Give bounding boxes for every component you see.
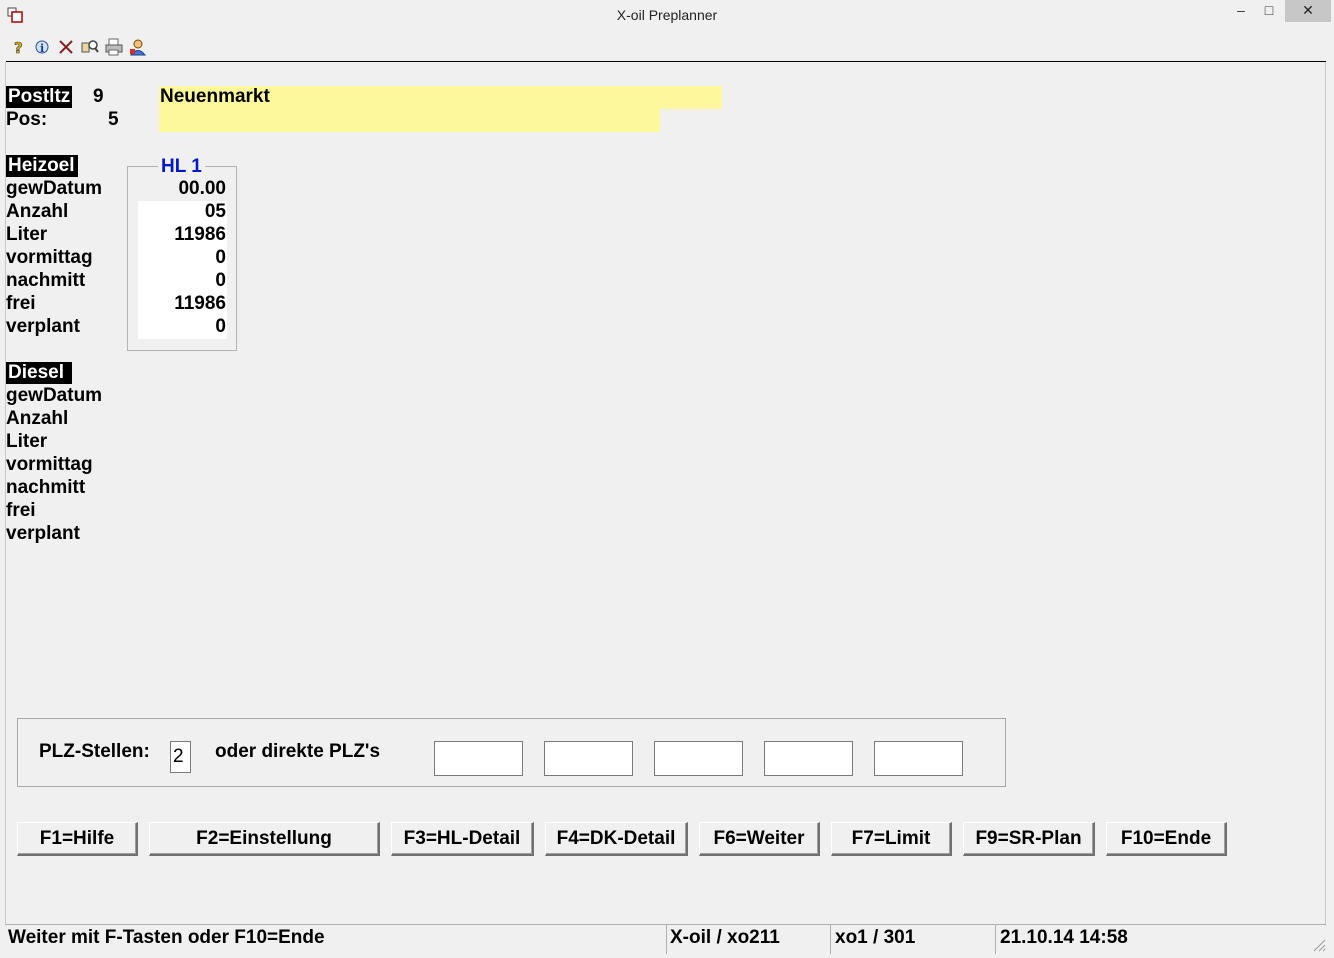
status-user: xo1 / 301	[835, 927, 916, 948]
postltz-value: 9	[93, 86, 104, 107]
window-title: X-oil Preplanner	[616, 7, 718, 23]
diesel-row-gewdatum: gewDatum	[6, 385, 103, 406]
statusbar-divider	[830, 924, 831, 954]
svg-text:?: ?	[14, 39, 23, 56]
plz-stellen-label: PLZ-Stellen:	[39, 741, 150, 762]
toolbar-separator	[6, 61, 1326, 62]
plz-direkte-label: oder direkte PLZ's	[215, 741, 381, 762]
diesel-row-frei: frei	[6, 500, 36, 521]
hl-value-liter: 11986	[174, 224, 226, 245]
statusbar-divider	[995, 924, 996, 954]
postltz-label: Postltz	[6, 86, 73, 108]
print-icon[interactable]	[105, 38, 123, 56]
heizoel-row-nachmitt: nachmitt	[6, 270, 86, 291]
f9-sr-plan-button[interactable]: F9=SR-Plan	[963, 822, 1095, 856]
heizoel-row-verplant: verplant	[6, 316, 80, 337]
toolbar	[0, 34, 1334, 60]
status-datetime: 21.10.14 14:58	[1000, 927, 1128, 948]
location-name: Neuenmarkt	[160, 86, 270, 107]
hl-value-anzahl: 05	[204, 201, 226, 222]
diesel-row-nachmitt: nachmitt	[6, 477, 86, 498]
diesel-row-vormittag: vormittag	[6, 454, 93, 475]
heizoel-row-liter: Liter	[6, 224, 48, 245]
help-icon[interactable]: ?	[10, 38, 28, 56]
plz-direct-input-4[interactable]	[764, 741, 853, 776]
plz-direct-input-1[interactable]	[434, 741, 523, 776]
hl-value-frei: 11986	[174, 293, 226, 314]
heizoel-row-frei: frei	[6, 293, 36, 314]
location-name-field-2	[159, 109, 660, 132]
hl-value-nachmitt: 0	[215, 270, 226, 291]
plz-direct-input-2[interactable]	[544, 741, 633, 776]
f2-settings-button[interactable]: F2=Einstellung	[149, 822, 380, 856]
hl-groupbox-title: HL 1	[158, 156, 205, 178]
maximize-button[interactable]: □	[1254, 0, 1284, 22]
heizoel-section-label: Heizoel	[6, 155, 78, 177]
hl-value-vormittag: 0	[215, 247, 226, 268]
pos-value: 5	[108, 109, 119, 130]
f3-hl-detail-button[interactable]: F3=HL-Detail	[391, 822, 534, 856]
diesel-row-anzahl: Anzahl	[6, 408, 69, 429]
search-icon[interactable]	[81, 38, 99, 56]
diesel-row-liter: Liter	[6, 431, 48, 452]
heizoel-row-vormittag: vormittag	[6, 247, 93, 268]
hl-value-verplant: 0	[215, 316, 226, 337]
status-module: X-oil / xo211	[670, 927, 780, 948]
delete-icon[interactable]	[57, 38, 75, 56]
plz-direct-input-5[interactable]	[874, 741, 963, 776]
diesel-row-verplant: verplant	[6, 523, 80, 544]
hl-value-gewdatum: 00.00	[178, 178, 226, 199]
f1-help-button[interactable]: F1=Hilfe	[17, 822, 138, 856]
close-button[interactable]: ✕	[1285, 0, 1331, 22]
f10-exit-button[interactable]: F10=Ende	[1106, 822, 1227, 856]
plz-stellen-input[interactable]: 2	[170, 741, 191, 773]
user-icon[interactable]	[129, 38, 147, 56]
f6-next-button[interactable]: F6=Weiter	[699, 822, 820, 856]
heizoel-row-anzahl: Anzahl	[6, 201, 69, 222]
f4-dk-detail-button[interactable]: F4=DK-Detail	[545, 822, 688, 856]
minimize-button[interactable]: –	[1226, 0, 1256, 22]
plz-direct-input-3[interactable]	[654, 741, 743, 776]
status-message: Weiter mit F-Tasten oder F10=Ende	[8, 927, 325, 948]
statusbar-divider	[666, 924, 667, 954]
diesel-section-label: Diesel	[6, 362, 72, 384]
heizoel-row-gewdatum: gewDatum	[6, 178, 103, 199]
client-border-right	[1325, 62, 1326, 926]
resize-grip-icon[interactable]	[1310, 936, 1326, 952]
svg-text:i: i	[40, 42, 44, 55]
f7-limit-button[interactable]: F7=Limit	[831, 822, 952, 856]
pos-label: Pos:	[6, 109, 48, 130]
info-icon[interactable]: i	[33, 38, 51, 56]
